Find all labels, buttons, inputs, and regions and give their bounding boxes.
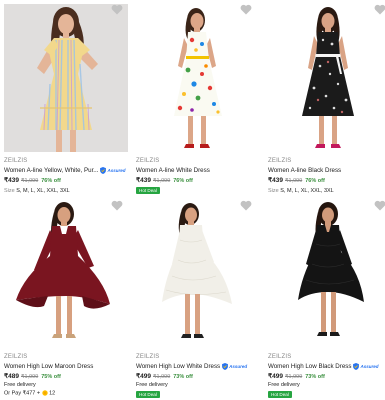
supercoin-offer: Or Pay ₹477 + 12 bbox=[4, 390, 56, 397]
product-brand: ZEILZIS bbox=[268, 354, 292, 360]
delivery-info: Free delivery bbox=[268, 382, 300, 388]
wishlist-heart-icon[interactable] bbox=[374, 200, 385, 211]
assured-badge: Assured bbox=[100, 167, 125, 174]
product-image-2[interactable] bbox=[136, 4, 260, 152]
product-image-5[interactable] bbox=[136, 200, 260, 348]
product-image-4[interactable] bbox=[4, 200, 128, 348]
product-brand: ZEILZIS bbox=[136, 354, 160, 360]
price-row: ₹499 ₹1,999 73% off bbox=[268, 372, 325, 380]
delivery-info: Free delivery bbox=[4, 382, 36, 388]
product-card-3[interactable]: ZEILZIS Women A-line Black Dress ₹439 ₹1,… bbox=[268, 4, 385, 196]
product-card-2[interactable]: ZEILZIS Women A-line White Dress ₹439 ₹1,… bbox=[136, 4, 260, 196]
mrp: ₹1,099 bbox=[284, 178, 303, 184]
product-title[interactable]: Women A-line Yellow, White, Pur... Assure… bbox=[4, 167, 125, 174]
price-row: ₹489 ₹1,999 75% off bbox=[4, 372, 61, 380]
product-title[interactable]: Women High Low Maroon Dress bbox=[4, 363, 93, 370]
price-row: ₹439 ₹1,099 76% off bbox=[268, 176, 325, 184]
product-title[interactable]: Women A-line White Dress bbox=[136, 167, 210, 174]
price: ₹499 bbox=[136, 373, 151, 380]
product-brand: ZEILZIS bbox=[268, 158, 292, 164]
discount: 76% off bbox=[305, 178, 325, 184]
product-brand: ZEILZIS bbox=[4, 158, 28, 164]
price-row: ₹499 ₹1,999 73% off bbox=[136, 372, 193, 380]
sizes-row: Size S, M, L, XL, XXL, 3XL bbox=[4, 188, 70, 194]
mrp: ₹1,099 bbox=[20, 178, 39, 184]
product-image-3[interactable] bbox=[268, 4, 385, 152]
wishlist-heart-icon[interactable] bbox=[240, 4, 252, 15]
price: ₹439 bbox=[268, 177, 283, 184]
wishlist-heart-icon[interactable] bbox=[111, 200, 123, 211]
price: ₹499 bbox=[268, 373, 283, 380]
discount: 76% off bbox=[173, 178, 193, 184]
mrp: ₹1,099 bbox=[152, 178, 171, 184]
discount: 73% off bbox=[173, 374, 193, 380]
mrp: ₹1,999 bbox=[284, 374, 303, 380]
product-title[interactable]: Women A-line Black Dress bbox=[268, 167, 341, 174]
product-image-1[interactable] bbox=[4, 4, 128, 152]
product-brand: ZEILZIS bbox=[4, 354, 28, 360]
price: ₹439 bbox=[4, 177, 19, 184]
wishlist-heart-icon[interactable] bbox=[240, 200, 252, 211]
sizes-row: Size S, M, L, XL, XXL, 3XL bbox=[268, 188, 334, 194]
wishlist-heart-icon[interactable] bbox=[374, 4, 385, 15]
assured-badge: Assured bbox=[222, 363, 247, 370]
product-image-6[interactable] bbox=[268, 200, 385, 348]
product-title[interactable]: Women High Low White Dress Assured bbox=[136, 363, 247, 370]
assured-badge: Assured bbox=[353, 363, 378, 370]
price-row: ₹439 ₹1,099 76% off bbox=[136, 176, 193, 184]
hot-deal-tag: Hot Deal bbox=[268, 391, 292, 398]
discount: 75% off bbox=[41, 374, 61, 380]
product-card-1[interactable]: ZEILZIS Women A-line Yellow, White, Pur.… bbox=[4, 4, 128, 196]
assured-shield-icon bbox=[353, 363, 360, 370]
price-row: ₹439 ₹1,099 76% off bbox=[4, 176, 61, 184]
hot-deal-tag: Hot Deal bbox=[136, 187, 160, 194]
product-brand: ZEILZIS bbox=[136, 158, 160, 164]
wishlist-heart-icon[interactable] bbox=[111, 4, 123, 15]
product-card-4[interactable]: ZEILZIS Women High Low Maroon Dress ₹489… bbox=[4, 200, 128, 400]
hot-deal-tag: Hot Deal bbox=[136, 391, 160, 398]
price: ₹439 bbox=[136, 177, 151, 184]
mrp: ₹1,999 bbox=[152, 374, 171, 380]
mrp: ₹1,999 bbox=[20, 374, 39, 380]
assured-shield-icon bbox=[222, 363, 229, 370]
discount: 73% off bbox=[305, 374, 325, 380]
product-card-5[interactable]: ZEILZIS Women High Low White Dress Assure… bbox=[136, 200, 260, 400]
price: ₹489 bbox=[4, 373, 19, 380]
delivery-info: Free delivery bbox=[136, 382, 168, 388]
assured-shield-icon bbox=[100, 167, 107, 174]
discount: 76% off bbox=[41, 178, 61, 184]
supercoin-icon bbox=[41, 390, 48, 396]
product-title[interactable]: Women High Low Black Dress Assured bbox=[268, 363, 378, 370]
product-card-6[interactable]: ZEILZIS Women High Low Black Dress Assure… bbox=[268, 200, 385, 400]
